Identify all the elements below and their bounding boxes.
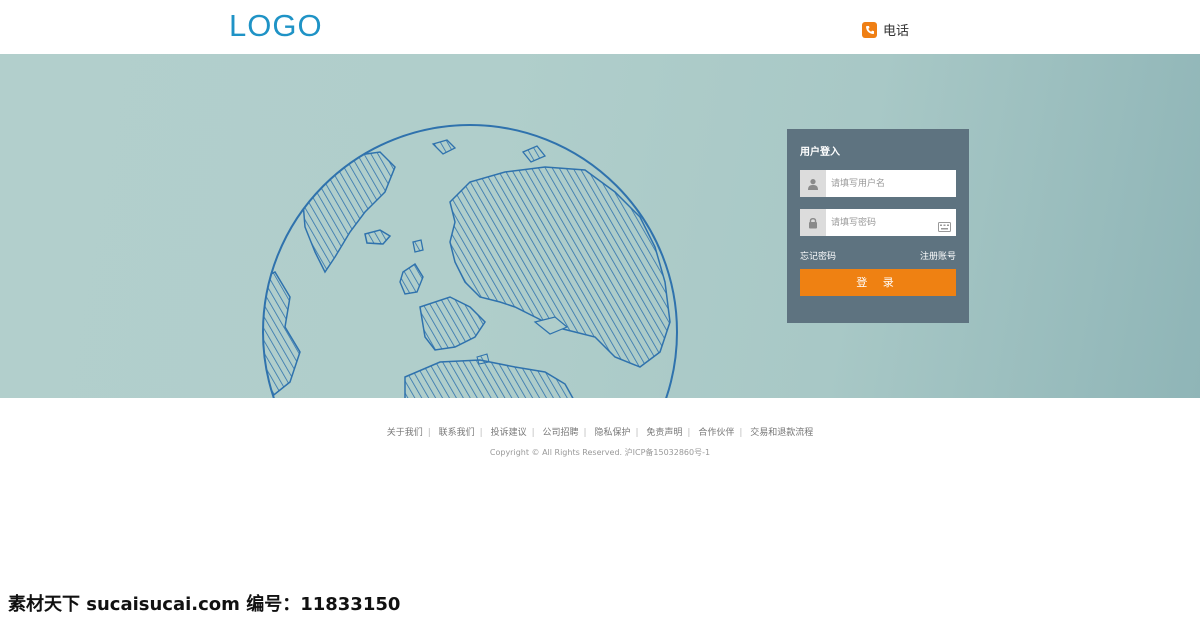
user-icon: [800, 170, 826, 197]
footer-link-partners[interactable]: 合作伙伴: [698, 428, 734, 438]
divider: |: [479, 428, 483, 438]
divider: |: [687, 428, 691, 438]
divider: |: [427, 428, 431, 438]
footer-link-complaints[interactable]: 投诉建议: [491, 428, 527, 438]
footer-link-contact[interactable]: 联系我们: [439, 428, 475, 438]
footer-links: 关于我们 | 联系我们 | 投诉建议 | 公司招聘 | 隐私保护 | 免责声明 | 合作伙伴…: [0, 425, 1200, 438]
lock-icon: [800, 209, 826, 236]
footer-link-disclaimer[interactable]: 免责声明: [646, 428, 682, 438]
password-field[interactable]: [800, 209, 956, 236]
divider: |: [583, 428, 587, 438]
phone-contact[interactable]: 电话: [862, 20, 909, 39]
register-link[interactable]: 注册账号: [920, 249, 956, 262]
password-input[interactable]: [831, 209, 941, 236]
globe-illustration: [262, 124, 678, 398]
username-field[interactable]: [800, 170, 956, 197]
login-links: 忘记密码 注册账号: [800, 249, 956, 262]
username-input[interactable]: [831, 170, 941, 197]
header: LOGO 电话: [0, 0, 1200, 54]
hero-banner: 用户登入 请填写用户名 忘记密码 注册账号 登 录: [0, 54, 1200, 398]
forgot-password-link[interactable]: 忘记密码: [800, 249, 836, 262]
footer-link-about[interactable]: 关于我们: [387, 428, 423, 438]
logo[interactable]: LOGO: [229, 8, 323, 44]
phone-label: 电话: [883, 24, 910, 39]
keyboard-icon[interactable]: [938, 217, 951, 236]
phone-icon: [862, 21, 877, 38]
login-panel: 用户登入 请填写用户名 忘记密码 注册账号 登 录: [787, 129, 969, 323]
watermark: 素材天下 sucaisucai.com 编号：11833150: [8, 594, 401, 615]
footer-link-refunds[interactable]: 交易和退款流程: [750, 428, 813, 438]
login-title: 用户登入: [800, 147, 840, 158]
divider: |: [635, 428, 639, 438]
footer-link-jobs[interactable]: 公司招聘: [543, 428, 579, 438]
divider: |: [531, 428, 535, 438]
copyright: Copyright © All Rights Reserved. 沪ICP备15…: [489, 448, 711, 457]
login-button[interactable]: 登 录: [800, 269, 956, 296]
divider: |: [739, 428, 743, 438]
footer-link-privacy[interactable]: 隐私保护: [594, 428, 630, 438]
